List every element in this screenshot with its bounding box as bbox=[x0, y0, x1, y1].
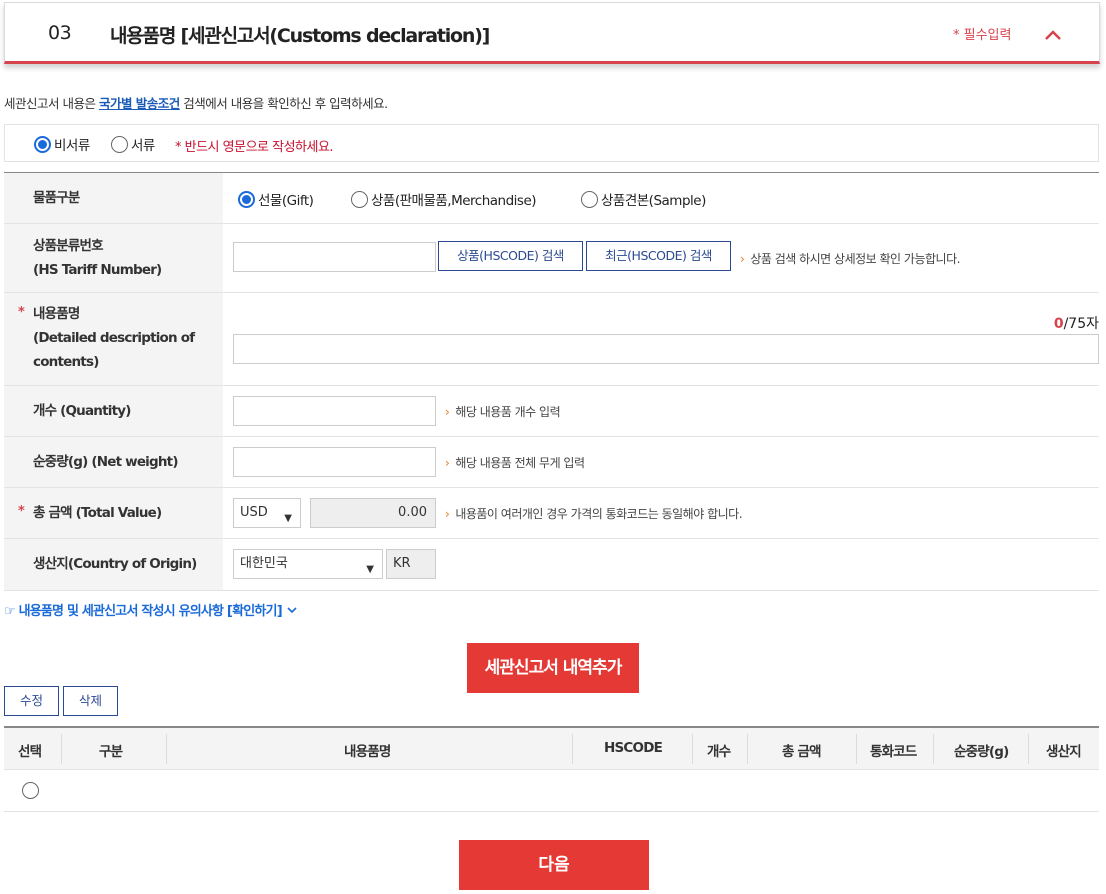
notice-suffix: 검색에서 내용을 확인하신 후 입력하세요. bbox=[179, 96, 388, 111]
col-hscode: HSCODE bbox=[604, 740, 663, 756]
hs-code-hint: › 상품 검색 하시면 상세정보 확인 가능합니다. bbox=[740, 252, 960, 266]
radio-unselected-icon bbox=[581, 190, 598, 208]
total-amount-field: 0.00 bbox=[310, 498, 436, 528]
total-value-hint: › 내용품이 여러개인 경우 가격의 통화코드는 동일해야 합니다. bbox=[445, 507, 743, 521]
country-conditions-link[interactable]: 국가별 발송조건 bbox=[99, 96, 180, 111]
net-weight-input[interactable] bbox=[233, 447, 436, 477]
country-code-field: KR bbox=[386, 549, 436, 579]
description-label-en: (Detailed description of bbox=[33, 330, 195, 346]
quantity-label: 개수 (Quantity) bbox=[33, 403, 131, 419]
add-declaration-button[interactable]: 세관신고서 내역추가 bbox=[467, 643, 639, 693]
table-row[interactable] bbox=[4, 770, 1099, 812]
radio-sample[interactable]: 상품견본(Sample) bbox=[581, 189, 706, 209]
table-header: 선택 구분 내용품명 HSCODE 개수 총 금액 통화코드 순중량(g) 생산… bbox=[4, 728, 1099, 770]
hint-arrow-icon: › bbox=[445, 456, 450, 470]
section-title: 내용품명 [세관신고서(Customs declaration)] bbox=[110, 25, 490, 47]
chevron-down-icon: ▼ bbox=[366, 564, 374, 575]
row-quantity: 개수 (Quantity) › 해당 내용품 개수 입력 bbox=[4, 386, 1099, 437]
english-only-warning: * 반드시 영문으로 작성하세요. bbox=[175, 140, 334, 155]
delete-button[interactable]: 삭제 bbox=[63, 686, 118, 716]
row-hs-code: 상품분류번호 (HS Tariff Number) 상품(HSCODE) 검색 … bbox=[4, 224, 1099, 293]
required-indicator: * 필수입력 bbox=[953, 28, 1012, 43]
hscode-search-button[interactable]: 상품(HSCODE) 검색 bbox=[438, 241, 583, 271]
required-star: * bbox=[18, 305, 25, 320]
hint-arrow-icon: › bbox=[740, 252, 745, 266]
description-input[interactable] bbox=[233, 334, 1099, 364]
country-select[interactable]: 대한민국 ▼ bbox=[233, 549, 383, 579]
row-origin: 생산지(Country of Origin) 대한민국 ▼ KR bbox=[4, 539, 1099, 591]
collapse-chevron-up-icon[interactable] bbox=[1041, 23, 1065, 47]
category-label: 물품구분 bbox=[33, 190, 80, 206]
customs-form: 물품구분 선물(Gift) 상품(판매물품,Merchandise) 상품견본(… bbox=[4, 172, 1099, 591]
declaration-list-table: 선택 구분 내용품명 HSCODE 개수 총 금액 통화코드 순중량(g) 생산… bbox=[4, 726, 1099, 812]
col-description: 내용품명 bbox=[344, 744, 391, 760]
section-number: 03 bbox=[48, 22, 72, 44]
notice-prefix: 세관신고서 내용은 bbox=[4, 96, 99, 111]
chevron-down-icon bbox=[287, 607, 297, 614]
col-total-value: 총 금액 bbox=[782, 744, 822, 760]
quantity-input[interactable] bbox=[233, 396, 436, 426]
next-button[interactable]: 다음 bbox=[459, 840, 649, 890]
hint-arrow-icon: › bbox=[445, 405, 450, 419]
net-weight-hint: › 해당 내용품 전체 무게 입력 bbox=[445, 456, 585, 470]
required-star: * bbox=[18, 504, 25, 519]
character-counter: 0/75자 bbox=[1053, 316, 1099, 332]
description-label-en-2: contents) bbox=[33, 354, 99, 370]
hs-code-label: 상품분류번호 bbox=[33, 238, 104, 254]
radio-document[interactable]: 서류 bbox=[111, 134, 155, 154]
radio-selected-icon bbox=[34, 135, 51, 153]
col-quantity: 개수 bbox=[707, 744, 731, 760]
quantity-hint: › 해당 내용품 개수 입력 bbox=[445, 405, 561, 419]
col-type: 구분 bbox=[99, 744, 123, 760]
recent-hscode-search-button[interactable]: 최근(HSCODE) 검색 bbox=[586, 241, 731, 271]
row-total-value: * 총 금액 (Total Value) USD ▼ 0.00 › 내용품이 여러개… bbox=[4, 488, 1099, 539]
origin-label: 생산지(Country of Origin) bbox=[33, 556, 197, 572]
document-type-box: 비서류 서류 * 반드시 영문으로 작성하세요. bbox=[4, 124, 1099, 162]
radio-unselected-icon bbox=[111, 135, 128, 153]
col-origin: 생산지 bbox=[1046, 744, 1082, 760]
radio-merchandise[interactable]: 상품(판매물품,Merchandise) bbox=[351, 189, 537, 209]
hs-code-input[interactable] bbox=[233, 242, 436, 272]
radio-unselected-icon bbox=[351, 190, 368, 208]
caution-link[interactable]: ☞ 내용품명 및 세관신고서 작성시 유의사항 [확인하기] bbox=[4, 600, 298, 619]
col-net-weight: 순중량(g) bbox=[954, 744, 1009, 760]
radio-non-document[interactable]: 비서류 bbox=[34, 134, 90, 154]
currency-select[interactable]: USD ▼ bbox=[233, 498, 301, 528]
col-currency: 통화코드 bbox=[870, 744, 917, 760]
hint-arrow-icon: › bbox=[445, 507, 450, 521]
notice-text: 세관신고서 내용은 국가별 발송조건 검색에서 내용을 확인하신 후 입력하세요… bbox=[4, 93, 388, 112]
row-description: * 내용품명 (Detailed description of contents… bbox=[4, 293, 1099, 386]
radio-selected-icon bbox=[238, 190, 255, 208]
row-category: 물품구분 선물(Gift) 상품(판매물품,Merchandise) 상품견본(… bbox=[4, 173, 1099, 224]
net-weight-label: 순중량(g) (Net weight) bbox=[33, 454, 179, 470]
total-value-label: 총 금액 (Total Value) bbox=[33, 505, 162, 521]
row-select-radio[interactable] bbox=[22, 782, 39, 799]
hs-code-label-en: (HS Tariff Number) bbox=[33, 262, 162, 278]
row-net-weight: 순중량(g) (Net weight) › 해당 내용품 전체 무게 입력 bbox=[4, 437, 1099, 488]
chevron-down-icon: ▼ bbox=[284, 513, 292, 524]
col-select: 선택 bbox=[18, 744, 42, 760]
section-header: 03 내용품명 [세관신고서(Customs declaration)] * 필… bbox=[4, 2, 1100, 64]
radio-gift[interactable]: 선물(Gift) bbox=[238, 189, 314, 209]
description-label: 내용품명 bbox=[33, 306, 80, 322]
edit-button[interactable]: 수정 bbox=[4, 686, 59, 716]
